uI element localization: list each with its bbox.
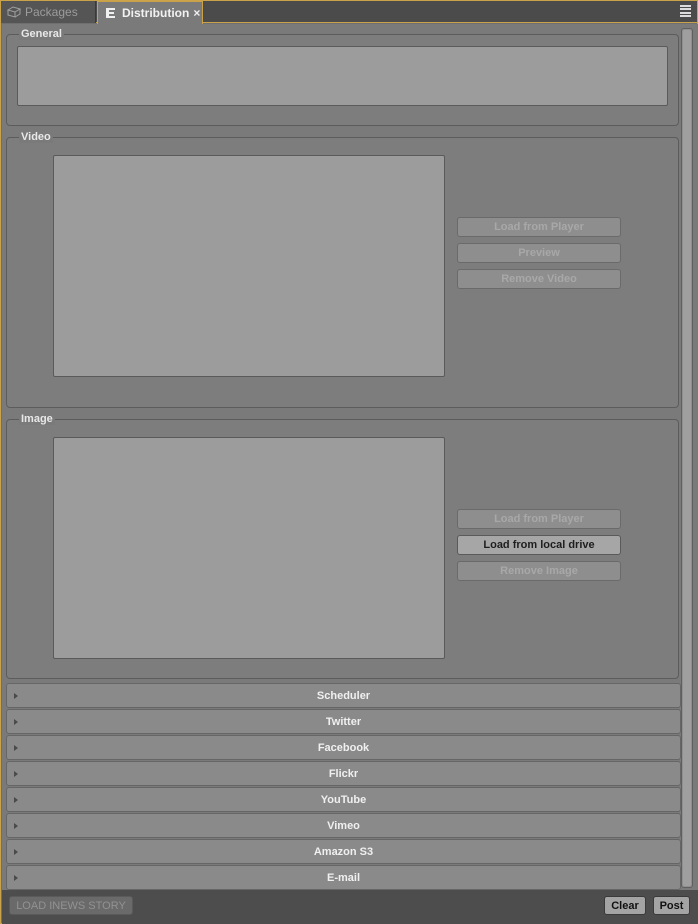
section-scheduler[interactable]: Scheduler	[6, 683, 681, 708]
tab-distribution[interactable]: Distribution ×	[97, 1, 203, 24]
expand-arrow-icon	[14, 849, 18, 855]
expand-arrow-icon	[14, 875, 18, 881]
tab-packages-label: Packages	[25, 5, 78, 19]
distribution-icon	[104, 7, 118, 19]
section-label: E-mail	[326, 871, 360, 884]
expand-arrow-icon	[14, 823, 18, 829]
section-flickr[interactable]: Flickr	[6, 761, 681, 786]
post-button[interactable]: Post	[653, 896, 690, 915]
video-preview	[53, 155, 445, 377]
menu-icon[interactable]	[680, 5, 691, 17]
expand-arrow-icon	[14, 693, 18, 699]
expand-arrow-icon	[14, 745, 18, 751]
image-preview	[53, 437, 445, 659]
remove-video-button[interactable]: Remove Video	[457, 269, 621, 289]
tab-bar: Packages Distribution ×	[1, 1, 697, 24]
packages-icon	[7, 6, 21, 18]
footer-bar: LOAD INEWS STORY Clear Post	[2, 890, 698, 924]
load-from-local-drive-button[interactable]: Load from local drive	[457, 535, 621, 555]
general-field[interactable]	[17, 46, 668, 106]
section-label: Amazon S3	[313, 845, 374, 858]
section-email[interactable]: E-mail	[6, 865, 681, 890]
section-amazon-s3[interactable]: Amazon S3	[6, 839, 681, 864]
clear-button[interactable]: Clear	[604, 896, 646, 915]
image-load-from-player-button[interactable]: Load from Player	[457, 509, 621, 529]
content-area: General Video Load from Player Preview R…	[2, 24, 698, 890]
video-group: Video Load from Player Preview Remove Vi…	[6, 131, 679, 408]
section-vimeo[interactable]: Vimeo	[6, 813, 681, 838]
section-youtube[interactable]: YouTube	[6, 787, 681, 812]
section-label: Facebook	[317, 741, 370, 754]
expand-arrow-icon	[14, 797, 18, 803]
general-label: General	[19, 28, 64, 40]
tab-distribution-label: Distribution	[122, 6, 190, 20]
section-facebook[interactable]: Facebook	[6, 735, 681, 760]
load-inews-story-button[interactable]: LOAD INEWS STORY	[9, 896, 133, 915]
section-label: Vimeo	[327, 819, 360, 832]
video-preview-button[interactable]: Preview	[457, 243, 621, 263]
expand-arrow-icon	[14, 719, 18, 725]
image-label: Image	[19, 413, 55, 425]
remove-image-button[interactable]: Remove Image	[457, 561, 621, 581]
section-twitter[interactable]: Twitter	[6, 709, 681, 734]
section-label: YouTube	[320, 793, 367, 806]
scrollbar[interactable]	[681, 28, 693, 888]
video-label: Video	[19, 131, 53, 143]
close-icon[interactable]: ×	[193, 6, 200, 20]
distribution-panel: Packages Distribution × General Video Lo…	[0, 0, 698, 924]
expand-arrow-icon	[14, 771, 18, 777]
scrollbar-thumb[interactable]	[683, 30, 691, 886]
video-load-from-player-button[interactable]: Load from Player	[457, 217, 621, 237]
section-label: Scheduler	[316, 689, 371, 702]
section-label: Flickr	[328, 767, 359, 780]
section-label: Twitter	[325, 715, 362, 728]
image-group: Image Load from Player Load from local d…	[6, 413, 679, 679]
tab-packages[interactable]: Packages	[1, 1, 96, 23]
general-group: General	[6, 28, 679, 126]
